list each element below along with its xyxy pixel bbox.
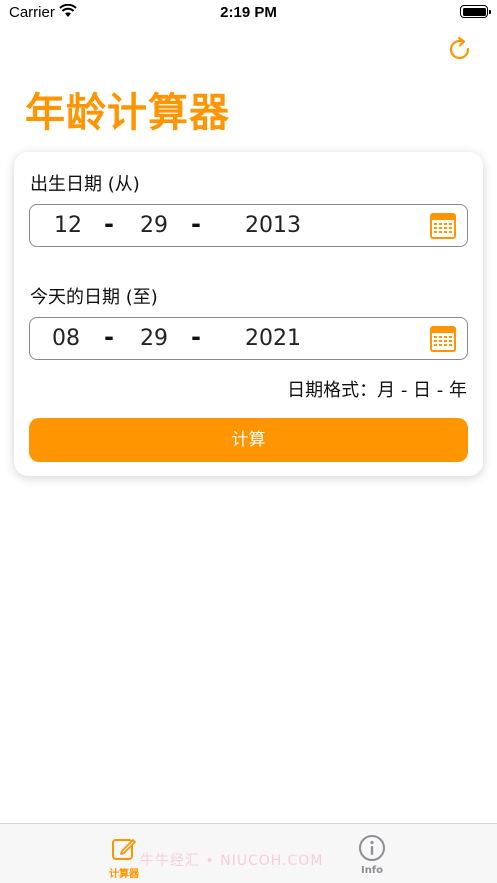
calendar-icon[interactable] xyxy=(429,325,457,353)
screen: Carrier 2:19 PM 年龄计算器 出生日期 (从) 12 - 29 -… xyxy=(0,0,497,883)
watermark: 牛牛经汇 • NIUCOH.COM xyxy=(140,853,324,869)
date-format-hint: 日期格式：月 - 日 - 年 xyxy=(287,380,467,401)
page-title: 年龄计算器 xyxy=(25,90,230,136)
birth-date-label: 出生日期 (从) xyxy=(30,174,140,195)
date-separator: - xyxy=(191,210,201,238)
tab-label: Info xyxy=(360,865,384,876)
today-date-label: 今天的日期 (至) xyxy=(30,287,158,308)
edit-icon xyxy=(112,839,136,860)
date-separator: - xyxy=(104,323,114,351)
today-day[interactable]: 29 xyxy=(140,326,168,351)
birth-month[interactable]: 12 xyxy=(54,213,82,238)
calendar-icon[interactable] xyxy=(429,212,457,240)
birth-year[interactable]: 2013 xyxy=(245,213,301,238)
birth-date-field[interactable]: 12 - 29 - 2013 xyxy=(29,204,468,247)
battery-icon xyxy=(460,5,491,18)
status-time: 2:19 PM xyxy=(220,4,277,21)
info-icon xyxy=(359,835,385,861)
date-separator: - xyxy=(104,210,114,238)
calculate-button[interactable]: 计算 xyxy=(29,418,468,462)
today-year[interactable]: 2021 xyxy=(245,326,301,351)
refresh-icon[interactable] xyxy=(445,35,475,65)
tab-info[interactable]: Info xyxy=(332,834,412,882)
today-date-field[interactable]: 08 - 29 - 2021 xyxy=(29,317,468,360)
date-form-card: 出生日期 (从) 12 - 29 - 2013 今天的日期 (至) 08 - 2… xyxy=(14,152,483,476)
today-month[interactable]: 08 xyxy=(52,326,80,351)
birth-day[interactable]: 29 xyxy=(140,213,168,238)
date-separator: - xyxy=(191,323,201,351)
status-bar: Carrier 2:19 PM xyxy=(0,0,497,30)
